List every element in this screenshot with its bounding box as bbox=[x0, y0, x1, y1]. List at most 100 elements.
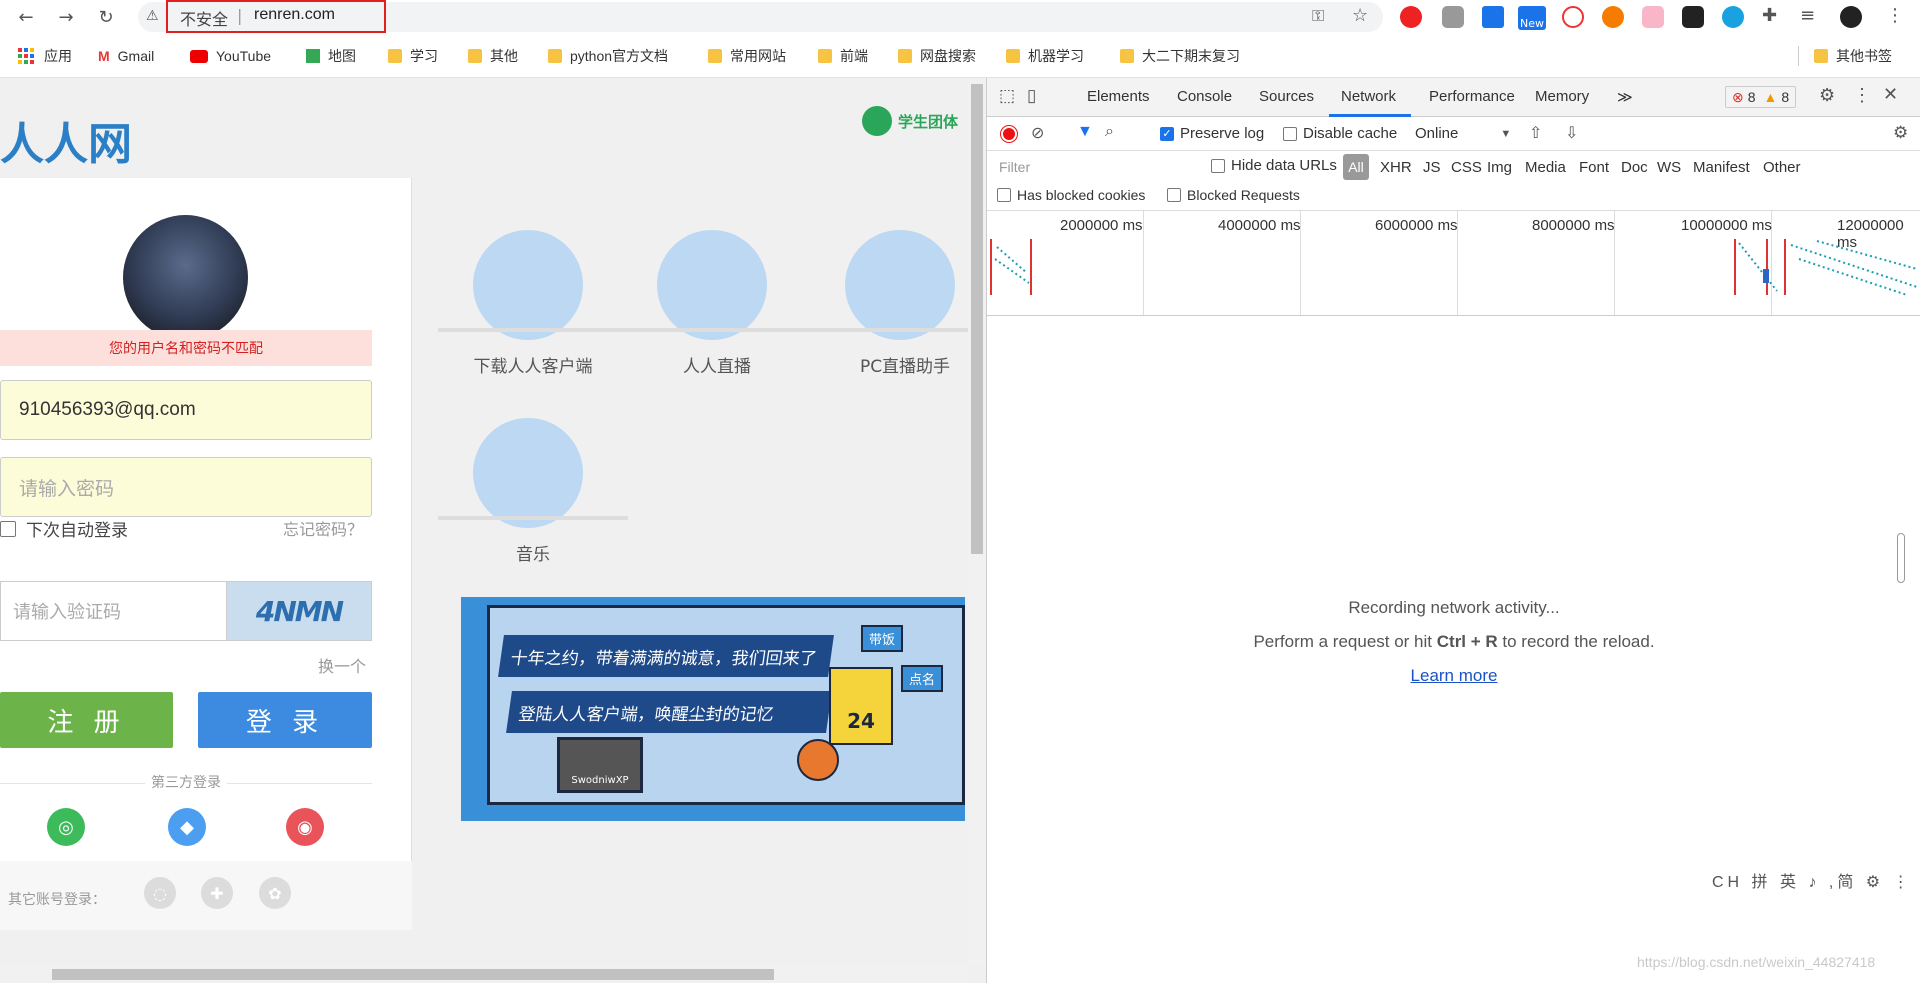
forgot-password-link[interactable]: 忘记密码？ bbox=[283, 516, 363, 540]
tab-console[interactable]: Console bbox=[1177, 88, 1232, 105]
scrollbar-thumb[interactable] bbox=[971, 84, 983, 554]
forward-icon[interactable]: → bbox=[54, 5, 78, 29]
password-field[interactable]: 请输入密码 bbox=[0, 457, 372, 517]
page-horizontal-scrollbar[interactable] bbox=[0, 966, 968, 983]
scrollbar-thumb[interactable] bbox=[52, 969, 774, 980]
type-media[interactable]: Media bbox=[1525, 159, 1566, 176]
bookmark-folder-final[interactable]: 大二下期末复习 bbox=[1120, 46, 1240, 66]
type-all[interactable]: All bbox=[1343, 154, 1369, 180]
student-group-link[interactable]: 学生团体 bbox=[862, 106, 958, 136]
remember-checkbox[interactable] bbox=[0, 520, 16, 537]
extension-red-icon[interactable] bbox=[1400, 6, 1422, 28]
type-img[interactable]: Img bbox=[1487, 159, 1512, 176]
baidu-icon[interactable]: ✿ bbox=[259, 877, 291, 909]
ime-toolbar[interactable]: CH 拼 英 ♪ ,简 ⚙ ⋮ bbox=[1712, 868, 1913, 892]
bookmark-folder-python[interactable]: python官方文档 bbox=[548, 46, 668, 66]
more-tabs-icon[interactable]: ≫ bbox=[1617, 88, 1633, 106]
network-settings-icon[interactable]: ⚙ bbox=[1893, 123, 1908, 143]
bookmark-apps[interactable]: 应用 bbox=[18, 46, 72, 66]
clear-icon[interactable]: ⊘ bbox=[1031, 123, 1044, 143]
disable-cache-toggle[interactable]: Disable cache bbox=[1283, 125, 1397, 142]
playlist-icon[interactable]: ≡ bbox=[1800, 5, 1815, 26]
filter-icon[interactable]: ▼ bbox=[1077, 123, 1093, 141]
unchecked-checkbox[interactable] bbox=[1211, 158, 1225, 173]
tab-network[interactable]: Network bbox=[1341, 88, 1396, 105]
type-other[interactable]: Other bbox=[1763, 159, 1801, 176]
type-css[interactable]: CSS bbox=[1451, 159, 1482, 176]
tab-sources[interactable]: Sources bbox=[1259, 88, 1314, 105]
search-icon[interactable]: ⌕ bbox=[1105, 123, 1114, 141]
profile-avatar[interactable] bbox=[1840, 6, 1862, 28]
feature-live[interactable]: 人人直播 bbox=[622, 220, 812, 377]
feature-music[interactable]: 音乐 bbox=[438, 408, 628, 565]
star-icon[interactable]: ☆ bbox=[1352, 5, 1368, 26]
bookmark-folder-ml[interactable]: 机器学习 bbox=[1006, 46, 1084, 66]
type-font[interactable]: Font bbox=[1579, 159, 1609, 176]
extension-gray-icon[interactable] bbox=[1442, 6, 1464, 28]
type-manifest[interactable]: Manifest bbox=[1693, 159, 1750, 176]
reload-icon[interactable]: ↻ bbox=[94, 5, 118, 29]
more-options-icon[interactable]: ⋮ bbox=[1853, 85, 1871, 106]
other-account-2-icon[interactable]: ✚ bbox=[201, 877, 233, 909]
qq-icon[interactable]: ◆ bbox=[168, 808, 206, 846]
bookmark-gmail[interactable]: M Gmail bbox=[98, 46, 154, 66]
import-har-icon[interactable]: ⇧ bbox=[1529, 123, 1542, 143]
extension-black-icon[interactable] bbox=[1682, 6, 1704, 28]
throttling-select[interactable]: Online ▼ bbox=[1415, 125, 1511, 142]
tab-memory[interactable]: Memory bbox=[1535, 88, 1589, 105]
bookmark-folder-sites[interactable]: 常用网站 bbox=[708, 46, 786, 66]
hide-data-urls-toggle[interactable]: Hide data URLs bbox=[1211, 157, 1337, 174]
export-har-icon[interactable]: ⇩ bbox=[1565, 123, 1578, 143]
extension-orange-icon[interactable] bbox=[1602, 6, 1624, 28]
renren-logo[interactable]: 人人网 bbox=[0, 108, 132, 172]
captcha-input[interactable]: 请输入验证码 bbox=[0, 581, 228, 641]
inspect-icon[interactable]: ⬚ bbox=[999, 86, 1015, 106]
blocked-cookies-toggle[interactable]: Has blocked cookies bbox=[997, 187, 1145, 203]
extension-heart-icon[interactable] bbox=[1482, 6, 1504, 28]
extension-circle-icon[interactable] bbox=[1562, 6, 1584, 28]
bookmark-folder-study[interactable]: 学习 bbox=[388, 46, 438, 66]
device-toolbar-icon[interactable]: ▯ bbox=[1027, 86, 1036, 106]
type-js[interactable]: JS bbox=[1423, 159, 1441, 176]
back-icon[interactable]: ← bbox=[14, 5, 38, 29]
tab-performance[interactable]: Performance bbox=[1429, 88, 1515, 105]
learn-more-link[interactable]: Learn more bbox=[1411, 666, 1498, 685]
type-xhr[interactable]: XHR bbox=[1380, 159, 1412, 176]
bookmark-other-folder[interactable]: 其他书签 bbox=[1814, 46, 1892, 66]
url-text[interactable]: renren.com bbox=[254, 6, 335, 24]
tab-elements[interactable]: Elements bbox=[1087, 88, 1150, 105]
blocked-requests-toggle[interactable]: Blocked Requests bbox=[1167, 187, 1300, 203]
preserve-log-toggle[interactable]: ✓ Preserve log bbox=[1160, 125, 1264, 142]
filter-input[interactable]: Filter bbox=[993, 155, 1181, 179]
wechat-icon[interactable]: ◎ bbox=[47, 808, 85, 846]
extension-new-icon[interactable]: New bbox=[1518, 6, 1546, 30]
register-button[interactable]: 注 册 bbox=[0, 692, 173, 748]
unchecked-checkbox[interactable] bbox=[997, 188, 1011, 202]
promo-banner[interactable]: 十年之约，带着满满的诚意，我们回来了 登陆人人客户端，唤醒尘封的记忆 带饭 点名… bbox=[461, 597, 965, 821]
bookmark-maps[interactable]: 地图 bbox=[306, 46, 356, 66]
feature-pc-live[interactable]: PC直播助手 bbox=[810, 220, 986, 377]
record-button[interactable] bbox=[1001, 126, 1017, 142]
network-overview-timeline[interactable]: 2000000 ms 4000000 ms 6000000 ms 8000000… bbox=[987, 211, 1920, 316]
type-doc[interactable]: Doc bbox=[1621, 159, 1648, 176]
issues-counter[interactable]: ⊗ 8 ▲ 8 bbox=[1725, 86, 1797, 108]
devtools-scroll-indicator[interactable] bbox=[1897, 533, 1905, 583]
refresh-captcha-link[interactable]: 换一个 bbox=[318, 653, 366, 677]
menu-icon[interactable]: ⋮ bbox=[1886, 5, 1904, 26]
extension-blue-icon[interactable] bbox=[1722, 6, 1744, 28]
checked-checkbox[interactable]: ✓ bbox=[1160, 126, 1174, 141]
bookmark-folder-frontend[interactable]: 前端 bbox=[818, 46, 868, 66]
other-account-1-icon[interactable]: ◌ bbox=[144, 877, 176, 909]
login-button[interactable]: 登 录 bbox=[198, 692, 372, 748]
settings-icon[interactable]: ⚙ bbox=[1819, 85, 1835, 106]
captcha-image[interactable]: 4NMN bbox=[226, 581, 372, 641]
remember-login[interactable]: 下次自动登录 bbox=[0, 516, 128, 541]
puzzle-icon[interactable]: ✚ bbox=[1762, 5, 1777, 26]
feature-download-client[interactable]: 下载人人客户端 bbox=[438, 220, 628, 377]
bookmark-folder-pan[interactable]: 网盘搜索 bbox=[898, 46, 976, 66]
weibo-icon[interactable]: ◉ bbox=[286, 808, 324, 846]
close-icon[interactable]: ✕ bbox=[1883, 84, 1898, 105]
key-icon[interactable]: ⚿ bbox=[1312, 6, 1324, 26]
unchecked-checkbox[interactable] bbox=[1283, 126, 1297, 141]
bookmark-folder-other[interactable]: 其他 bbox=[468, 46, 518, 66]
